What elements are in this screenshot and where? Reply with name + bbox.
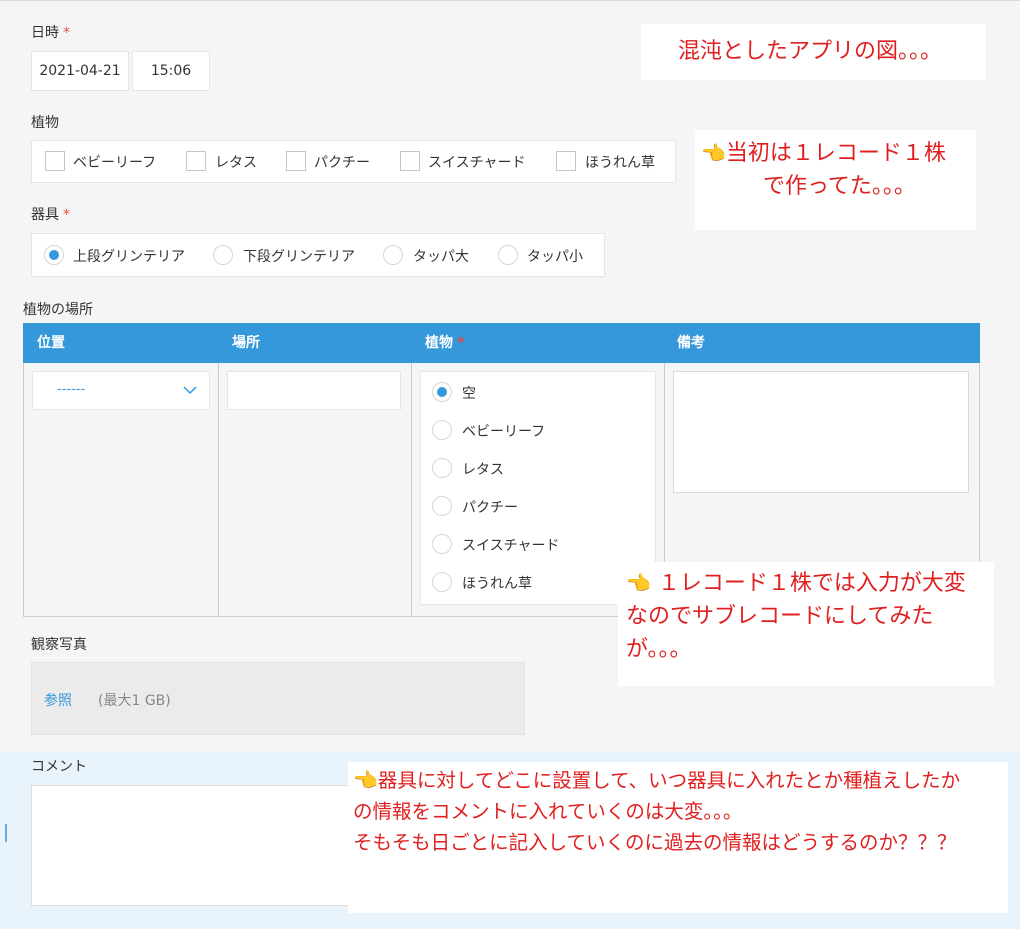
- position-dropdown[interactable]: ------: [32, 371, 210, 410]
- note-subrecord: 👈 １レコード１株では入力が大変 なのでサブレコードにしてみたが。。。: [618, 562, 994, 686]
- checkbox-spinach[interactable]: [556, 151, 576, 171]
- top-divider: [0, 0, 1020, 1]
- checkbox-label: ほうれん草: [585, 155, 655, 171]
- datetime-label: 日時 *: [31, 25, 70, 41]
- table-header: 位置 場所 植物 * 備考: [23, 323, 980, 363]
- radio-spinach[interactable]: [432, 572, 452, 592]
- max-size-text: (最大1 GB): [98, 693, 171, 709]
- radio-tupper-large[interactable]: [383, 245, 403, 265]
- radio-upper-grinteria[interactable]: [44, 245, 64, 265]
- checkbox-label: レタス: [215, 155, 257, 171]
- chevron-down-icon: [183, 386, 197, 395]
- radio-coriander[interactable]: [432, 496, 452, 516]
- radio-label: ベビーリーフ: [462, 424, 546, 440]
- checkbox-label: ベビーリーフ: [73, 155, 157, 171]
- header-plant: 植物 *: [425, 335, 465, 351]
- date-input[interactable]: 2021-04-21: [31, 51, 129, 91]
- header-position: 位置: [37, 335, 65, 351]
- equipment-label: 器具 *: [31, 207, 70, 223]
- radio-tupper-small[interactable]: [498, 245, 518, 265]
- plants-label: 植物: [31, 115, 59, 131]
- file-upload-area: 参照 (最大1 GB): [31, 662, 525, 735]
- column-divider: [218, 363, 219, 617]
- dropdown-value: ------: [57, 382, 86, 397]
- comment-label: コメント: [31, 759, 87, 775]
- radio-empty[interactable]: [432, 382, 452, 402]
- comment-textarea[interactable]: [31, 785, 361, 906]
- checkbox-label: スイスチャード: [428, 155, 526, 171]
- radio-swiss-chard[interactable]: [432, 534, 452, 554]
- place-input[interactable]: [227, 371, 401, 410]
- pointing-hand-icon: 👈: [626, 571, 651, 595]
- header-remarks: 備考: [677, 335, 705, 351]
- photo-label: 観察写真: [31, 637, 87, 653]
- checkbox-baby-leaf[interactable]: [45, 151, 65, 171]
- checkbox-label: パクチー: [314, 155, 370, 171]
- note-one-record-one-plant: 👈当初は１レコード１株 で作ってた。。。: [695, 130, 976, 230]
- browse-link[interactable]: 参照: [44, 690, 72, 710]
- remarks-textarea[interactable]: [673, 371, 969, 493]
- radio-lower-grinteria[interactable]: [213, 245, 233, 265]
- pointing-hand-icon: 👈: [353, 768, 378, 792]
- radio-label: レタス: [462, 462, 504, 478]
- header-place: 場所: [232, 335, 260, 351]
- radio-label: タッパ小: [527, 249, 583, 265]
- note-comment-difficulty: 👈器具に対してどこに設置して、いつ器具に入れたとか種植えしたか の情報をコメント…: [348, 762, 1008, 913]
- radio-label: スイスチャード: [462, 538, 560, 554]
- radio-label: 空: [462, 386, 476, 402]
- pointing-hand-icon: 👈: [701, 141, 726, 165]
- checkbox-swiss-chard[interactable]: [400, 151, 420, 171]
- checkbox-lettuce[interactable]: [186, 151, 206, 171]
- checkbox-coriander[interactable]: [286, 151, 306, 171]
- radio-label: 上段グリンテリア: [73, 249, 185, 265]
- resize-handle[interactable]: [5, 824, 7, 842]
- note-chaotic-app: 混沌としたアプリの図。。。: [641, 24, 986, 80]
- radio-label: 下段グリンテリア: [243, 249, 355, 265]
- time-input[interactable]: 15:06: [132, 51, 210, 91]
- radio-label: ほうれん草: [462, 576, 532, 592]
- radio-baby-leaf[interactable]: [432, 420, 452, 440]
- radio-lettuce[interactable]: [432, 458, 452, 478]
- location-table-label: 植物の場所: [23, 302, 93, 318]
- column-divider: [411, 363, 412, 617]
- radio-label: タッパ大: [413, 249, 469, 265]
- radio-label: パクチー: [462, 500, 518, 516]
